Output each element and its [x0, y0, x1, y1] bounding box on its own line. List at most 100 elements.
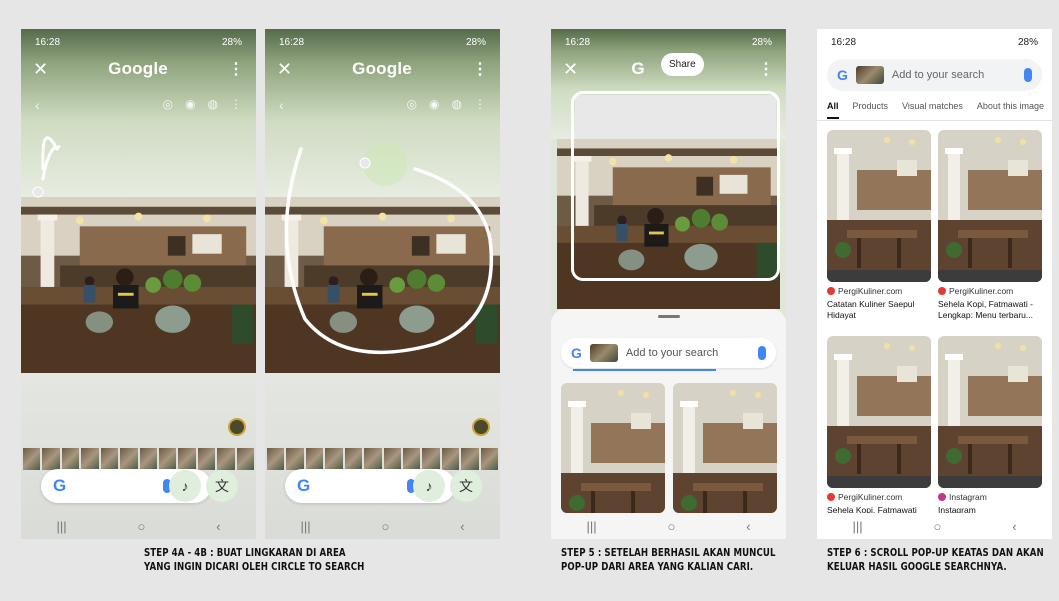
- result-title[interactable]: Sehela Kopi, Fatmawati - Lengkap: Menu te…: [938, 299, 1042, 321]
- instagram-icon: [938, 493, 946, 501]
- status-bar: 16:28 28%: [551, 29, 786, 55]
- result-tabs: All Products Visual matches About this i…: [827, 101, 1052, 119]
- status-bar: 16:28 28%: [21, 29, 256, 55]
- recents-icon[interactable]: |||: [56, 519, 66, 534]
- more-vert-icon[interactable]: ⋮: [472, 59, 488, 79]
- result-source-label: PergiKuliner.com: [949, 286, 1014, 296]
- more-vert-icon[interactable]: ⋮: [474, 97, 486, 111]
- more-vert-icon[interactable]: ⋮: [758, 59, 774, 79]
- recents-icon[interactable]: |||: [852, 519, 862, 534]
- music-note-icon[interactable]: ♪: [169, 470, 201, 502]
- nav-bar: ||| ○ ‹: [21, 513, 256, 539]
- close-icon[interactable]: ✕: [277, 60, 292, 78]
- tab-visual-matches[interactable]: Visual matches: [902, 101, 963, 119]
- phone-step-4a: 16:28 28% ✕ Google ⋮ ‹ ◎ ◉ ◍ ⋮ G ♪ 文 |||…: [21, 29, 256, 539]
- tab-about-this-image[interactable]: About this image: [977, 101, 1044, 119]
- nav-bar: ||| ○ ‹: [551, 513, 786, 539]
- gallery-strip[interactable]: [21, 448, 256, 470]
- drag-handle[interactable]: [657, 315, 680, 318]
- recents-icon[interactable]: |||: [586, 519, 596, 534]
- search-placeholder: Add to your search: [625, 347, 719, 359]
- result-card[interactable]: Instagram Instagram: [938, 336, 1042, 516]
- music-note-icon[interactable]: ♪: [413, 470, 445, 502]
- result-thumbnail[interactable]: [673, 383, 777, 513]
- mic-icon[interactable]: [1024, 68, 1032, 82]
- result-image[interactable]: [938, 130, 1042, 282]
- scan-icon[interactable]: ◎: [407, 97, 417, 111]
- add-to-search-bar[interactable]: G Add to your search: [827, 59, 1042, 91]
- result-source: PergiKuliner.com: [938, 286, 1042, 296]
- home-icon[interactable]: ○: [667, 519, 675, 534]
- more-vert-icon[interactable]: ⋮: [228, 59, 244, 79]
- home-icon[interactable]: ○: [137, 519, 145, 534]
- pergikuliner-icon: [938, 287, 946, 295]
- close-icon[interactable]: ✕: [563, 60, 578, 78]
- translate-icon[interactable]: [472, 418, 490, 436]
- translate-icon[interactable]: 文: [450, 470, 482, 502]
- result-source-label: PergiKuliner.com: [838, 492, 903, 502]
- eye-icon[interactable]: ◉: [429, 97, 439, 111]
- back-arrow-icon[interactable]: ‹: [279, 97, 284, 113]
- back-icon[interactable]: ‹: [746, 519, 750, 534]
- translate-icon[interactable]: [228, 418, 246, 436]
- results-sheet[interactable]: G Add to your search: [551, 309, 786, 539]
- eye-icon[interactable]: ◉: [185, 97, 195, 111]
- scan-icon[interactable]: ◎: [163, 97, 173, 111]
- wifi-icon[interactable]: ◍: [208, 97, 218, 111]
- caption-line: STEP 5 : SETELAH BERHASIL AKAN MUNCUL: [561, 547, 776, 559]
- tutorial-collage: 16:28 28% ✕ Google ⋮ ‹ ◎ ◉ ◍ ⋮ G ♪ 文 |||…: [0, 0, 1059, 601]
- status-time: 16:28: [279, 36, 305, 48]
- back-icon[interactable]: ‹: [1012, 519, 1016, 534]
- gallery-strip[interactable]: [265, 448, 500, 470]
- result-thumbnail[interactable]: [561, 383, 665, 513]
- mic-icon[interactable]: [758, 346, 766, 360]
- more-vert-icon[interactable]: ⋮: [230, 97, 242, 111]
- result-card[interactable]: PergiKuliner.com Sehela Kopi, Fatmawati …: [938, 130, 1042, 321]
- tab-all[interactable]: All: [827, 101, 839, 119]
- result-image[interactable]: [827, 130, 931, 282]
- status-time: 16:28: [565, 36, 591, 48]
- selection-frame: [571, 91, 780, 281]
- result-card[interactable]: PergiKuliner.com Sehela Kopi, Fatmawati: [827, 336, 931, 516]
- phone-step-6: 16:28 28% G Add to your search All Produ…: [817, 29, 1052, 539]
- result-source: Instagram: [938, 492, 1042, 502]
- status-battery: 28%: [751, 36, 772, 48]
- result-title-line: Hidayat: [827, 310, 856, 320]
- app-title: Google: [352, 59, 412, 78]
- result-title-line: Lengkap: Menu terbaru...: [938, 310, 1033, 320]
- result-card[interactable]: PergiKuliner.com Catatan Kuliner Saepul H…: [827, 130, 931, 321]
- google-logo: G: [571, 345, 582, 361]
- query-thumbnail: [589, 344, 618, 362]
- result-image[interactable]: [827, 336, 931, 488]
- translate-icon[interactable]: 文: [206, 470, 238, 502]
- caption-line: KELUAR HASIL GOOGLE SEARCHNYA.: [827, 561, 1007, 573]
- status-bar: 16:28 28%: [817, 29, 1052, 55]
- back-icon[interactable]: ‹: [216, 519, 220, 534]
- divider: [817, 120, 1052, 121]
- home-icon[interactable]: ○: [381, 519, 389, 534]
- phone-step-4b: 16:28 28% ✕ Google ⋮ ‹ ◎ ◉ ◍ ⋮ G ♪ 文 |||…: [265, 29, 500, 539]
- wifi-icon[interactable]: ◍: [452, 97, 462, 111]
- caption-line: YANG INGIN DICARI OLEH CIRCLE TO SEARCH: [144, 561, 365, 573]
- nav-bar: ||| ○ ‹: [817, 513, 1052, 539]
- result-source: PergiKuliner.com: [827, 492, 931, 502]
- caption-line: STEP 4A - 4B : BUAT LINGKARAN DI AREA: [144, 547, 346, 559]
- caption-step-4: STEP 4A - 4B : BUAT LINGKARAN DI AREA YA…: [144, 546, 364, 574]
- query-thumbnail: [855, 66, 884, 84]
- caption-line: POP-UP DARI AREA YANG KALIAN CARI.: [561, 561, 754, 573]
- back-arrow-icon[interactable]: ‹: [35, 97, 40, 113]
- recents-icon[interactable]: |||: [300, 519, 310, 534]
- result-title[interactable]: Catatan Kuliner Saepul Hidayat: [827, 299, 931, 321]
- tab-products[interactable]: Products: [853, 101, 889, 119]
- google-logo: G: [837, 67, 848, 83]
- result-image[interactable]: [938, 336, 1042, 488]
- share-button[interactable]: Share: [661, 53, 704, 76]
- google-logo: G: [53, 476, 67, 495]
- status-time: 16:28: [35, 36, 61, 48]
- back-icon[interactable]: ‹: [460, 519, 464, 534]
- home-icon[interactable]: ○: [933, 519, 941, 534]
- pergikuliner-icon: [827, 493, 835, 501]
- result-source-label: PergiKuliner.com: [838, 286, 903, 296]
- add-to-search-bar[interactable]: G Add to your search: [561, 338, 776, 368]
- close-icon[interactable]: ✕: [33, 60, 48, 78]
